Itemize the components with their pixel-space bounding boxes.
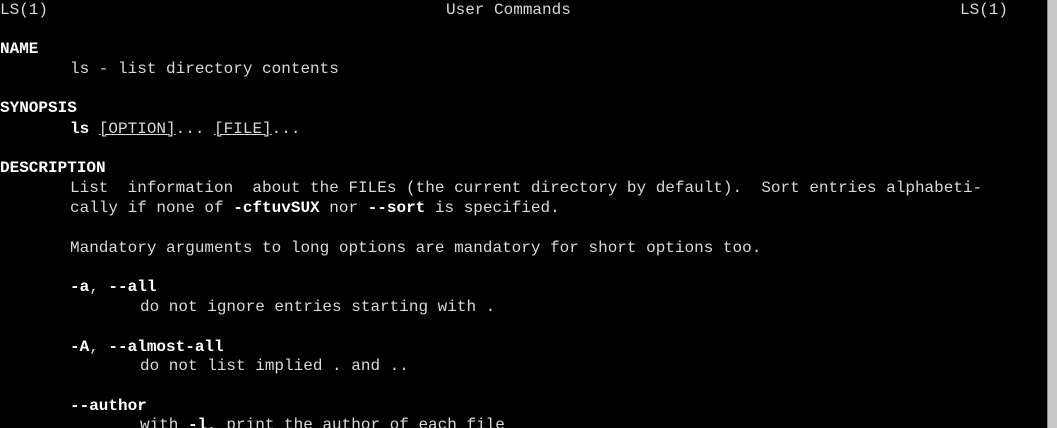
option-separator: , xyxy=(89,338,109,356)
option-author: --author xyxy=(70,397,147,415)
section-description-title: DESCRIPTION xyxy=(0,159,106,177)
section-synopsis-title: SYNOPSIS xyxy=(0,99,77,117)
option-author-description: with -l, print the author of each file xyxy=(140,416,505,428)
description-text: is specified. xyxy=(425,199,560,217)
synopsis-command: ls xyxy=(70,120,90,138)
vertical-scrollbar[interactable] xyxy=(1047,0,1057,428)
name-description: ls - list directory contents xyxy=(70,60,339,78)
header-center: User Commands xyxy=(446,1,571,19)
synopsis-option: [OPTION] xyxy=(98,120,176,138)
option-separator: , xyxy=(89,278,109,296)
synopsis-file: [FILE] xyxy=(214,120,272,138)
synopsis-dots-2: ... xyxy=(271,120,301,138)
option-desc-text: with xyxy=(140,416,189,428)
option-all: -a, --all xyxy=(70,278,156,298)
option-almost-all: -A, --almost-all xyxy=(70,338,224,358)
description-sort-flag: --sort xyxy=(367,199,426,217)
header-left: LS(1) xyxy=(0,1,49,19)
option-desc-text: , print the author of each file xyxy=(207,416,505,428)
terminal-window[interactable]: LS(1) User Commands LS(1) NAME ls - list… xyxy=(0,0,1047,428)
header-right: LS(1) xyxy=(960,1,1009,19)
synopsis-space xyxy=(89,120,99,138)
option-short: -a xyxy=(70,278,90,296)
section-name-title: NAME xyxy=(0,40,39,58)
option-desc-flag: -l xyxy=(188,416,208,428)
option-almost-all-description: do not list implied . and .. xyxy=(140,357,409,375)
description-flags: -cftuvSUX xyxy=(233,199,320,217)
description-para2: Mandatory arguments to long options are … xyxy=(70,239,762,257)
option-long: --almost-all xyxy=(108,338,224,356)
option-long: --all xyxy=(108,278,157,296)
synopsis-line: ls [OPTION]... [FILE]... xyxy=(70,120,300,140)
description-para1-line2: cally if none of -cftuvSUX nor --sort is… xyxy=(70,199,560,219)
option-all-description: do not ignore entries starting with . xyxy=(140,298,496,316)
synopsis-dots-1: ... xyxy=(175,120,215,138)
description-para1-line1: List information about the FILEs (the cu… xyxy=(70,179,983,197)
description-text: nor xyxy=(319,199,368,217)
option-short: -A xyxy=(70,338,90,356)
description-text: cally if none of xyxy=(70,199,234,217)
